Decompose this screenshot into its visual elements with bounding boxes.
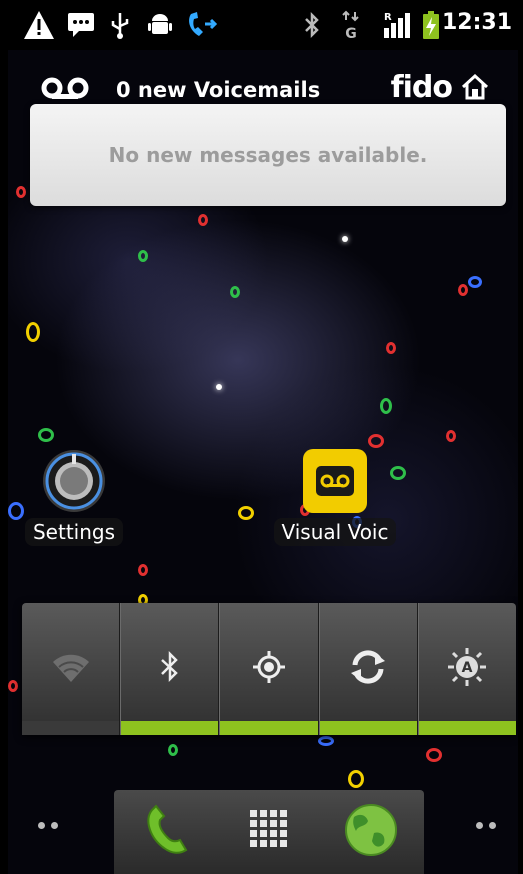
visual-voicemail-icon (302, 448, 368, 514)
svg-text:A: A (462, 660, 473, 676)
app-label: Visual Voic (273, 518, 397, 546)
toggle-state-bar (220, 721, 318, 735)
gps-toggle[interactable] (219, 603, 319, 735)
voicemail-empty-message: No new messages available. (108, 143, 428, 167)
bluetooth-icon (300, 8, 324, 42)
brightness-auto-icon: A (447, 647, 487, 691)
phone-call-icon (184, 8, 220, 42)
signal-icon: R (380, 8, 412, 42)
page-dot (51, 822, 58, 829)
brightness-toggle[interactable]: A (417, 603, 517, 735)
toggle-state-bar (22, 721, 120, 735)
sync-icon (349, 649, 387, 689)
voicemail-message-panel[interactable]: No new messages available. (30, 104, 506, 206)
battery-charging-icon (420, 8, 442, 42)
settings-icon (41, 448, 107, 514)
toggle-state-bar (121, 721, 219, 735)
app-visual-voicemail[interactable]: Visual Voic (270, 448, 400, 546)
app-drawer-icon[interactable] (248, 808, 292, 856)
wifi-toggle[interactable] (22, 603, 121, 735)
sms-icon (66, 8, 96, 42)
sync-toggle[interactable] (318, 603, 418, 735)
voicemail-count-title: 0 new Voicemails (116, 78, 321, 102)
carrier-logo: fido (390, 70, 453, 105)
page-indicator-left[interactable] (38, 822, 58, 829)
home-icon[interactable] (460, 73, 490, 104)
warning-icon (22, 8, 56, 42)
page-dot (476, 822, 483, 829)
android-debug-icon (146, 8, 174, 42)
dock (114, 790, 424, 874)
toggle-state-bar (418, 721, 517, 735)
data-g-icon: G (338, 8, 364, 42)
page-indicator-right[interactable] (476, 822, 496, 829)
bluetooth-icon (159, 650, 181, 688)
svg-text:G: G (345, 26, 357, 40)
app-settings[interactable]: Settings (24, 448, 124, 546)
wifi-icon (51, 650, 91, 688)
clock: 12:31 (441, 10, 512, 35)
usb-icon (108, 8, 132, 42)
power-control-widget: A (22, 603, 517, 735)
bluetooth-toggle[interactable] (120, 603, 220, 735)
status-bar: G R 12:31 (8, 0, 518, 50)
home-screen: G R 12:31 0 new Voicemails fido No new m… (8, 0, 518, 874)
voicemail-icon (40, 76, 90, 104)
page-dot (38, 822, 45, 829)
browser-icon[interactable] (344, 803, 398, 861)
gps-icon (251, 649, 287, 689)
svg-text:R: R (384, 12, 392, 23)
phone-icon[interactable] (140, 802, 196, 862)
app-label: Settings (24, 518, 124, 546)
page-dot (489, 822, 496, 829)
toggle-state-bar (319, 721, 417, 735)
